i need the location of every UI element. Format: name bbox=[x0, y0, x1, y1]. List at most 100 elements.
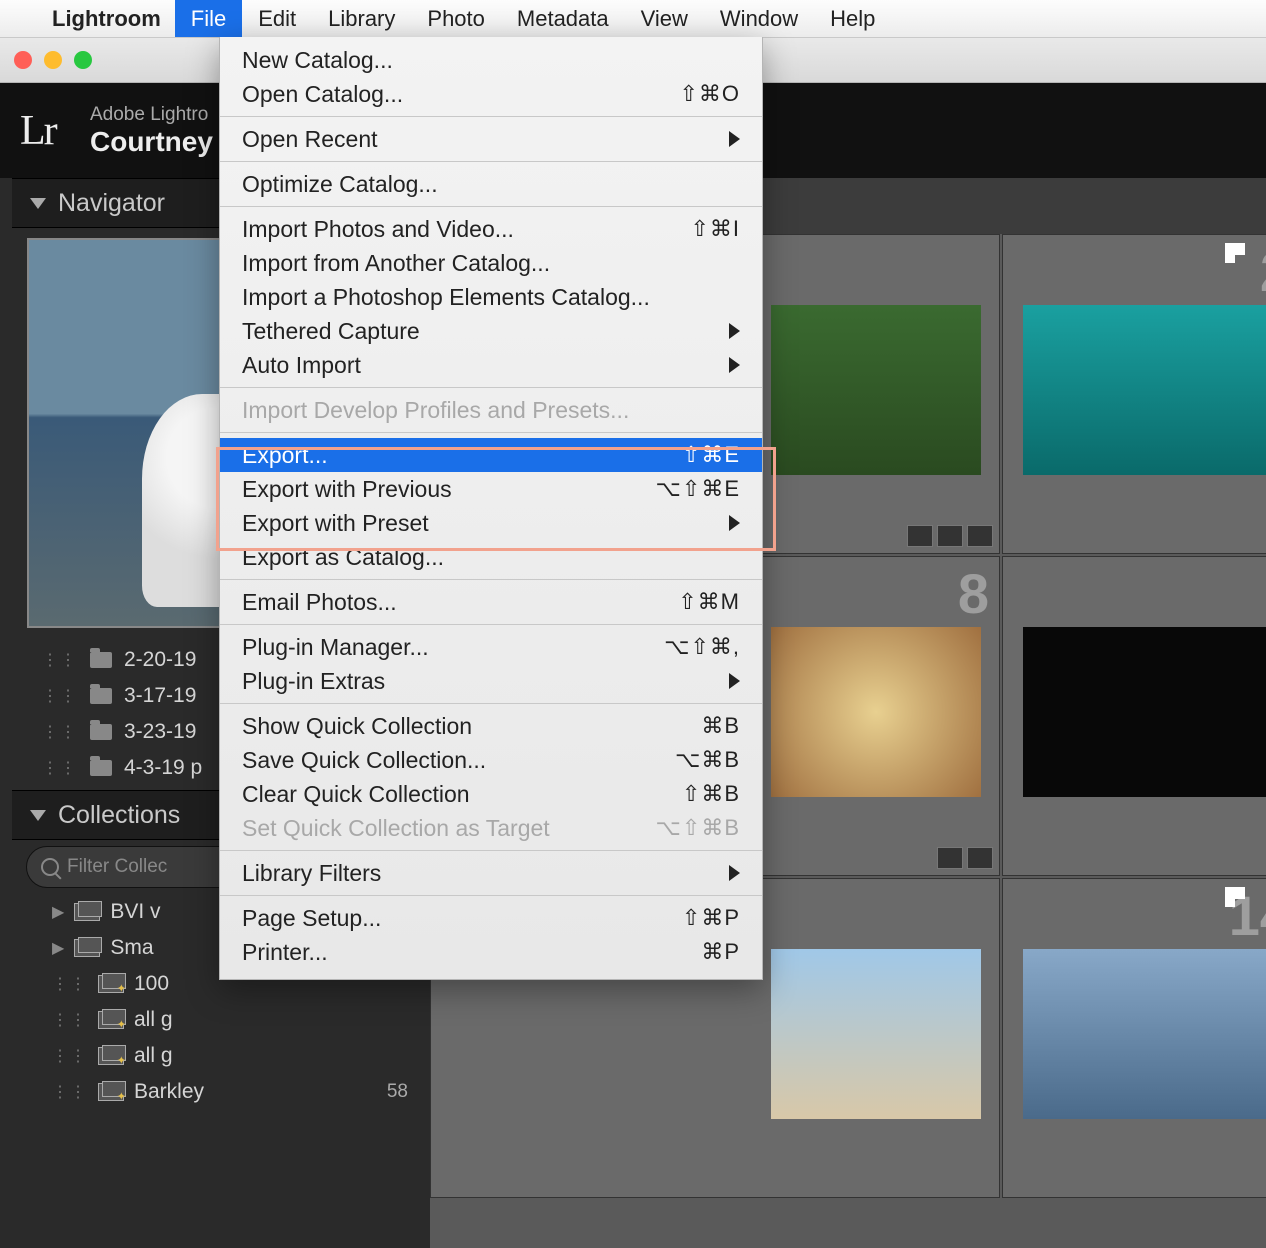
menu-item[interactable]: Tethered Capture bbox=[220, 314, 762, 348]
collection-name: 100 bbox=[134, 972, 169, 996]
thumbnail-image bbox=[1023, 627, 1266, 797]
menu-item[interactable]: Email Photos...⇧⌘M bbox=[220, 585, 762, 619]
menu-shortcut: ⌥⇧⌘, bbox=[664, 634, 740, 660]
folder-name: 3-23-19 bbox=[124, 720, 196, 744]
collection-icon bbox=[74, 903, 100, 921]
menu-item: Import Develop Profiles and Presets... bbox=[220, 393, 762, 427]
grid-cell[interactable]: 14 bbox=[1002, 878, 1266, 1198]
grid-cell[interactable]: 2 bbox=[1002, 234, 1266, 554]
zoom-window-button[interactable] bbox=[74, 51, 92, 69]
collection-row[interactable]: ⋮⋮Barkley58 bbox=[12, 1074, 422, 1110]
collection-icon bbox=[98, 975, 124, 993]
menu-file[interactable]: File bbox=[175, 0, 242, 37]
product-name: Adobe Lightro bbox=[90, 104, 213, 126]
menu-shortcut: ⇧⌘O bbox=[679, 81, 740, 107]
thumbnail-image bbox=[771, 949, 981, 1119]
thumbnail-badges bbox=[907, 525, 993, 547]
badge-icon[interactable] bbox=[967, 847, 993, 869]
menu-shortcut: ⌥⇧⌘B bbox=[656, 815, 740, 841]
menu-item[interactable]: Import Photos and Video...⇧⌘I bbox=[220, 212, 762, 246]
badge-icon[interactable] bbox=[907, 525, 933, 547]
menu-item-label: Page Setup... bbox=[242, 905, 381, 932]
menu-item-label: Set Quick Collection as Target bbox=[242, 815, 550, 842]
menu-shortcut: ⇧⌘P bbox=[682, 905, 740, 931]
menu-item-label: Export... bbox=[242, 442, 328, 469]
menu-separator bbox=[220, 624, 762, 625]
menu-item[interactable]: Export as Catalog... bbox=[220, 540, 762, 574]
menu-item[interactable]: Auto Import bbox=[220, 348, 762, 382]
expand-caret-icon[interactable]: ▶ bbox=[52, 938, 64, 958]
collection-name: all g bbox=[134, 1008, 173, 1032]
menu-library[interactable]: Library bbox=[312, 0, 411, 37]
app-menu[interactable]: Lightroom bbox=[38, 6, 175, 32]
menu-shortcut: ⌥⇧⌘E bbox=[656, 476, 740, 502]
menu-item[interactable]: Import from Another Catalog... bbox=[220, 246, 762, 280]
menu-item[interactable]: Show Quick Collection⌘B bbox=[220, 709, 762, 743]
menu-item[interactable]: Export...⇧⌘E bbox=[220, 438, 762, 472]
collection-name: Sma bbox=[110, 936, 153, 960]
collection-row[interactable]: ⋮⋮ all g bbox=[12, 1002, 422, 1038]
menu-separator bbox=[220, 206, 762, 207]
collection-icon bbox=[98, 1047, 124, 1065]
menu-item-label: Tethered Capture bbox=[242, 318, 420, 345]
flag-icon[interactable] bbox=[1225, 243, 1245, 263]
collection-row[interactable]: ⋮⋮all g bbox=[12, 1038, 422, 1074]
menu-item[interactable]: Import a Photoshop Elements Catalog... bbox=[220, 280, 762, 314]
drag-handle-icon: ⋮⋮ bbox=[52, 1046, 88, 1066]
thumbnail-image bbox=[771, 627, 981, 797]
menu-edit[interactable]: Edit bbox=[242, 0, 312, 37]
drag-handle-icon: ⋮⋮ bbox=[52, 1010, 88, 1030]
close-window-button[interactable] bbox=[14, 51, 32, 69]
drag-handle-icon: ⋮⋮ bbox=[42, 650, 78, 670]
menu-photo[interactable]: Photo bbox=[411, 0, 501, 37]
menu-separator bbox=[220, 895, 762, 896]
menu-shortcut: ⇧⌘M bbox=[678, 589, 740, 615]
thumbnail-image bbox=[1023, 305, 1266, 475]
submenu-arrow-icon bbox=[729, 865, 740, 881]
submenu-arrow-icon bbox=[729, 357, 740, 373]
menu-separator bbox=[220, 703, 762, 704]
menu-item-label: New Catalog... bbox=[242, 47, 393, 74]
menu-item[interactable]: Export with Previous⌥⇧⌘E bbox=[220, 472, 762, 506]
badge-icon[interactable] bbox=[937, 525, 963, 547]
lightroom-logo-icon: Lr bbox=[20, 107, 90, 155]
badge-icon[interactable] bbox=[937, 847, 963, 869]
identity-plate[interactable]: Adobe Lightro Courtney bbox=[90, 104, 213, 158]
menu-item[interactable]: Clear Quick Collection ⇧⌘B bbox=[220, 777, 762, 811]
menu-item-label: Plug-in Manager... bbox=[242, 634, 429, 661]
menu-item-label: Auto Import bbox=[242, 352, 361, 379]
menu-separator bbox=[220, 432, 762, 433]
menu-item[interactable]: Open Recent bbox=[220, 122, 762, 156]
menu-item[interactable]: Plug-in Extras bbox=[220, 664, 762, 698]
menu-metadata[interactable]: Metadata bbox=[501, 0, 625, 37]
menu-item[interactable]: Printer...⌘P bbox=[220, 935, 762, 969]
menu-shortcut: ⌥⌘B bbox=[675, 747, 740, 773]
thumbnail-badges bbox=[937, 847, 993, 869]
folder-name: 2-20-19 bbox=[124, 648, 196, 672]
menu-item[interactable]: Open Catalog...⇧⌘O bbox=[220, 77, 762, 111]
expand-caret-icon[interactable]: ▶ bbox=[52, 902, 64, 922]
collection-icon bbox=[98, 1083, 124, 1101]
menu-item-label: Clear Quick Collection bbox=[242, 781, 470, 808]
menu-item[interactable]: Save Quick Collection...⌥⌘B bbox=[220, 743, 762, 777]
drag-handle-icon: ⋮⋮ bbox=[42, 686, 78, 706]
thumbnail-image bbox=[1023, 949, 1266, 1119]
menu-item-label: Export as Catalog... bbox=[242, 544, 444, 571]
menu-item[interactable]: Library Filters bbox=[220, 856, 762, 890]
menu-item[interactable]: Plug-in Manager... ⌥⇧⌘, bbox=[220, 630, 762, 664]
menu-item[interactable]: Optimize Catalog... bbox=[220, 167, 762, 201]
menu-item[interactable]: Export with Preset bbox=[220, 506, 762, 540]
badge-icon[interactable] bbox=[967, 525, 993, 547]
folder-name: 3-17-19 bbox=[124, 684, 196, 708]
drag-handle-icon: ⋮⋮ bbox=[42, 758, 78, 778]
file-menu-dropdown: New Catalog... Open Catalog...⇧⌘O Open Rec… bbox=[219, 37, 763, 980]
menu-view[interactable]: View bbox=[625, 0, 704, 37]
folder-name: 4-3-19 p bbox=[124, 756, 202, 780]
menu-shortcut: ⇧⌘B bbox=[682, 781, 740, 807]
menu-item[interactable]: New Catalog... bbox=[220, 43, 762, 77]
menu-help[interactable]: Help bbox=[814, 0, 891, 37]
menu-window[interactable]: Window bbox=[704, 0, 814, 37]
menu-item[interactable]: Page Setup... ⇧⌘P bbox=[220, 901, 762, 935]
grid-cell[interactable] bbox=[1002, 556, 1266, 876]
minimize-window-button[interactable] bbox=[44, 51, 62, 69]
